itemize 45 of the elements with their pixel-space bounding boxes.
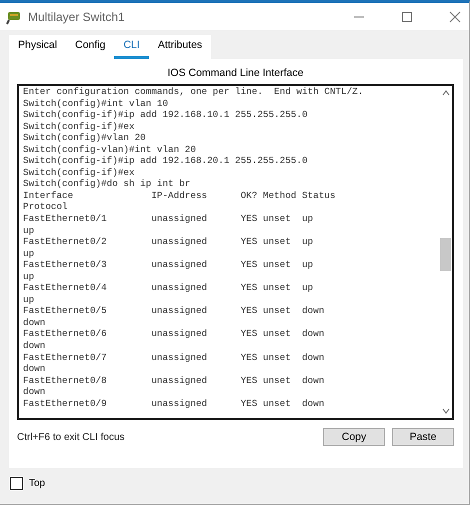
terminal-line: Protocol <box>23 201 69 214</box>
terminal-line: FastEthernet0/6 unassigned YES unset down <box>23 328 326 340</box>
action-button[interactable]: Copy <box>323 428 385 446</box>
terminal-line: up <box>23 294 36 306</box>
tab[interactable]: Attributes <box>148 35 212 59</box>
top-checkbox[interactable] <box>10 477 23 490</box>
terminal-line: Switch(config-if)#ex <box>23 120 136 132</box>
tab[interactable]: Config <box>66 35 114 59</box>
terminal-line: FastEthernet0/7 unassigned YES unset down <box>23 352 326 364</box>
scroll-down-icon[interactable] <box>442 408 450 414</box>
terminal-line: down <box>23 340 46 352</box>
terminal-line: FastEthernet0/1 unassigned YES unset up <box>23 213 314 225</box>
terminal-line: Enter configuration commands, one per line. End with CNTL/Z. <box>23 86 364 98</box>
scrollbar-thumb[interactable] <box>440 238 451 271</box>
terminal-output[interactable] <box>17 84 454 420</box>
terminal-line: FastEthernet0/9 unassigned YES unset down <box>23 398 326 410</box>
top-label: Top <box>29 478 46 489</box>
terminal-line: FastEthernet0/4 unassigned YES unset up <box>23 282 314 294</box>
terminal-line: Switch(config-if)#ip add 192.168.20.1 255.255.255.0 <box>23 155 309 167</box>
hint-text: Ctrl+F6 to exit CLI focus <box>17 432 125 442</box>
terminal-line: FastEthernet0/8 unassigned YES unset down <box>23 374 326 386</box>
terminal-line: Switch(config)#do sh ip int br <box>23 178 192 190</box>
terminal-line: Switch(config)#vlan 20 <box>23 132 147 144</box>
tab[interactable]: Physical <box>9 35 66 59</box>
close-icon[interactable] <box>449 10 461 22</box>
terminal-line: Switch(config-if)#ip add 192.168.10.1 255.255.255.0 <box>23 109 309 121</box>
terminal-line: up <box>23 224 36 236</box>
terminal-line: Switch(config-vlan)#int vlan 20 <box>23 144 197 156</box>
terminal-line: up <box>23 248 36 260</box>
scroll-up-icon[interactable] <box>442 90 450 96</box>
terminal-line: FastEthernet0/3 unassigned YES unset up <box>23 259 314 271</box>
terminal-line: down <box>23 316 46 328</box>
tab[interactable]: CLI <box>114 35 149 59</box>
terminal-line: Interface IP-Address OK? Method Status <box>23 190 336 202</box>
terminal-line: Switch(config)#int vlan 10 <box>23 98 170 110</box>
terminal-line: Switch(config-if)#ex <box>23 166 136 178</box>
terminal-line: up <box>23 270 36 282</box>
terminal-line: down <box>23 363 46 375</box>
terminal-line: down <box>23 386 46 398</box>
window-title: Multilayer Switch1 <box>28 10 125 24</box>
terminal-line: FastEthernet0/2 unassigned YES unset up <box>23 236 314 248</box>
maximize-icon[interactable] <box>401 10 413 22</box>
action-button[interactable]: Paste <box>392 428 454 446</box>
panel-title: IOS Command Line Interface <box>166 66 304 81</box>
terminal-line: FastEthernet0/5 unassigned YES unset down <box>23 305 326 317</box>
